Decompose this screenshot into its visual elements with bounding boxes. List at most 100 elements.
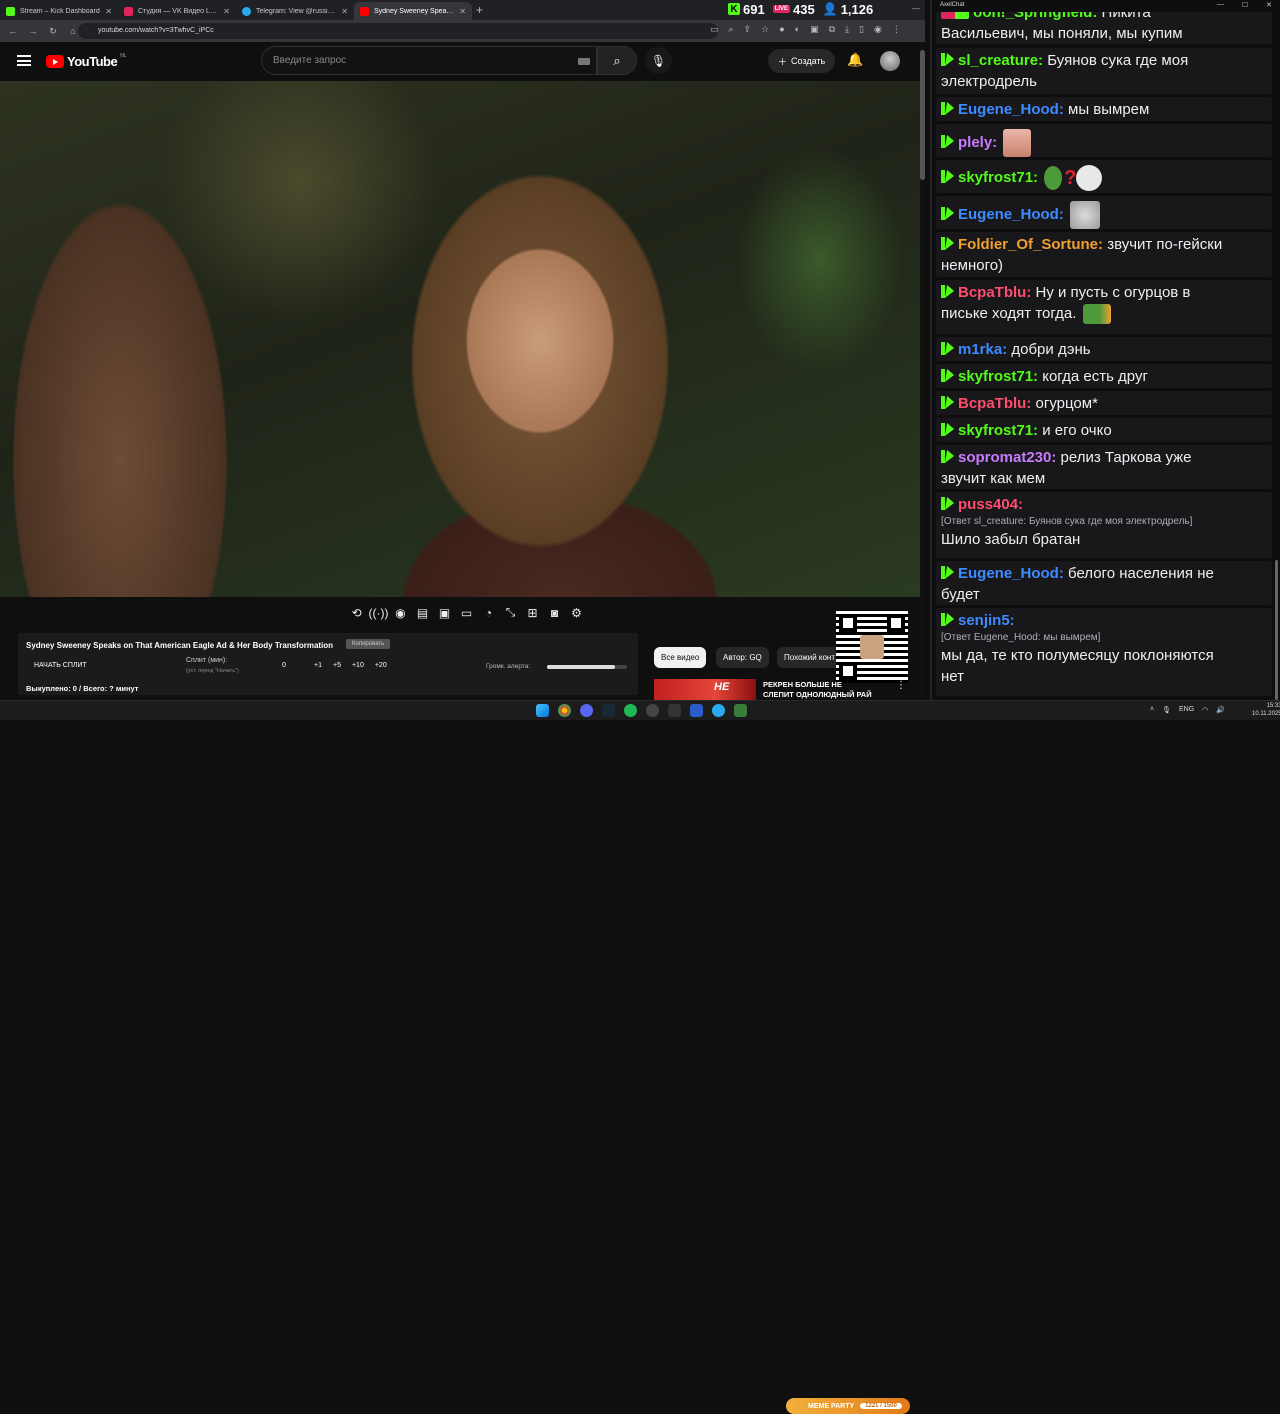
extension-icon[interactable]: ▣ (810, 24, 819, 35)
chat-username[interactable]: skyfrost71: (958, 169, 1038, 186)
page-scrollbar[interactable] (920, 42, 925, 700)
split-plus-20-button[interactable]: +20 (375, 662, 387, 669)
close-icon[interactable]: ✕ (223, 7, 230, 16)
volume-icon[interactable]: 🔊 (1216, 706, 1225, 714)
windows-start-icon[interactable] (536, 704, 549, 717)
kebab-menu-icon[interactable]: ⋮ (896, 680, 906, 691)
chat-username[interactable]: Foldier_Of_Sortune: (958, 236, 1103, 253)
profile-icon[interactable]: ◉ (874, 24, 882, 35)
back-icon[interactable]: ← (8, 26, 18, 36)
media-player-icon[interactable] (690, 704, 703, 717)
share-icon[interactable]: ⇪ (744, 24, 752, 35)
recommendation-title[interactable]: РЕКРЕН БОЛЬШЕ НЕ СЛЕПИТ ОДНОЛЮДНЫЙ РАЙ (763, 680, 873, 700)
chat-username[interactable]: plely: (958, 134, 997, 151)
chat-app-icon[interactable] (734, 704, 747, 717)
minimize-icon[interactable]: — (912, 4, 920, 13)
chat-username[interactable]: sopromat230: (958, 449, 1056, 466)
sidebar-icon[interactable]: ▯ (859, 24, 864, 35)
telegram-icon[interactable] (712, 704, 725, 717)
resize-icon[interactable]: ⤡ (502, 604, 519, 621)
chat-username[interactable]: skyfrost71: (958, 368, 1038, 385)
hamburger-menu-icon[interactable] (17, 55, 31, 66)
chat-username[interactable]: BcpaTblu: (958, 395, 1031, 412)
recommendation-thumbnail[interactable]: НЕ (654, 679, 756, 700)
avatar[interactable] (880, 51, 900, 71)
puzzle-icon[interactable]: ⧉ (829, 24, 835, 35)
filmstrip-icon[interactable]: ▤ (414, 604, 431, 621)
chat-username[interactable]: puss404: (958, 496, 1023, 513)
split-plus-10-button[interactable]: +10 (352, 662, 364, 669)
reload-icon[interactable]: ↻ (48, 26, 58, 37)
speed-icon[interactable]: ◔ (480, 604, 497, 621)
split-plus-5-button[interactable]: +5 (333, 662, 341, 669)
chat-text: белого населения не (1068, 565, 1214, 582)
loop-icon[interactable]: ⟲ (348, 604, 365, 621)
cast-icon[interactable]: ▭ (710, 24, 719, 35)
url-field[interactable]: youtube.com/watch?v=3TwhvC_iPCc (78, 23, 718, 39)
voice-search-button[interactable]: 🎙 (645, 47, 672, 74)
maximize-icon[interactable]: ☐ (1242, 1, 1248, 9)
discord-icon[interactable] (580, 704, 593, 717)
split-plus-1-button[interactable]: +1 (314, 662, 322, 669)
forward-icon[interactable]: → (28, 26, 38, 36)
download-icon[interactable]: ⤓ (845, 24, 849, 35)
view-icon[interactable]: ◉ (392, 604, 409, 621)
keyboard-icon[interactable] (578, 58, 590, 65)
spotify-icon[interactable] (624, 704, 637, 717)
chat-username[interactable]: Eugene_Hood: (958, 206, 1064, 223)
zoom-icon[interactable]: ⌕ (729, 24, 734, 35)
app-icon[interactable] (668, 704, 681, 717)
extension-icon[interactable]: ◐ (795, 24, 800, 35)
steam-icon[interactable] (602, 704, 615, 717)
microphone-icon[interactable]: 🎙 (1162, 706, 1171, 714)
kebab-menu-icon[interactable]: ⋮ (892, 24, 901, 35)
chip-author[interactable]: Автор: GQ (716, 647, 769, 668)
tab-vk-studio[interactable]: Студия — VK Видео Live ✕ (118, 2, 236, 20)
home-icon[interactable]: ⌂ (68, 26, 78, 36)
close-icon[interactable]: ✕ (105, 7, 112, 16)
chip-all-videos[interactable]: Все видео (654, 647, 707, 668)
new-tab-button[interactable]: + (476, 3, 483, 17)
system-clock[interactable]: 15:33 10.11.2025 (1252, 702, 1280, 718)
system-tray: ˄ 🎙 ENG ◠ 🔊 (1150, 706, 1225, 714)
chip-related[interactable]: Похожий конт (777, 647, 839, 668)
bell-icon[interactable]: 🔔 (847, 52, 863, 68)
obs-icon[interactable] (646, 704, 659, 717)
close-icon[interactable]: ✕ (341, 7, 348, 16)
copy-button[interactable]: Копировать (346, 639, 391, 649)
chat-username[interactable]: Eugene_Hood: (958, 565, 1064, 582)
chat-username[interactable]: Eugene_Hood: (958, 101, 1064, 118)
minimize-icon[interactable]: — (1217, 1, 1224, 9)
tab-kick-dashboard[interactable]: Stream – Kick Dashboard ✕ (0, 2, 118, 20)
tab-youtube-video[interactable]: Sydney Sweeney Speaks on Th ✕ (354, 2, 472, 20)
pip-icon[interactable]: ▣ (436, 604, 453, 621)
add-icon[interactable]: ⊞ (524, 604, 541, 621)
close-icon[interactable]: ✕ (1266, 1, 1272, 9)
chat-scrollbar[interactable] (1275, 560, 1278, 700)
chat-username[interactable]: BcpaTblu: (958, 284, 1031, 301)
video-player[interactable] (0, 81, 920, 597)
theater-icon[interactable]: ▭ (458, 604, 475, 621)
extension-icon[interactable]: ● (779, 24, 784, 35)
bookmark-star-icon[interactable]: ☆ (761, 24, 769, 35)
meme-party-widget[interactable]: МЕМЕ PARTY 1221 / 1500 (786, 1398, 910, 1414)
alert-volume-slider[interactable] (547, 665, 627, 669)
tab-telegram[interactable]: Telegram: View @russiainmyme ✕ (236, 2, 354, 20)
chat-username[interactable]: senjin5: (958, 612, 1015, 629)
search-button[interactable]: ⌕ (597, 46, 637, 75)
start-split-button[interactable]: НАЧАТЬ СПЛИТ (34, 662, 87, 669)
settings-gear-icon[interactable]: ⚙ (568, 604, 585, 621)
youtube-logo[interactable]: YouTube NL (46, 53, 127, 69)
audio-icon[interactable]: ((·)) (369, 604, 389, 621)
chrome-icon[interactable] (558, 704, 571, 717)
close-icon[interactable]: ✕ (459, 7, 466, 16)
search-input[interactable]: Введите запрос (261, 46, 597, 75)
chat-username[interactable]: m1rka: (958, 341, 1007, 358)
chat-username[interactable]: skyfrost71: (958, 422, 1038, 439)
chevron-up-icon[interactable]: ˄ (1150, 706, 1154, 714)
language-indicator[interactable]: ENG (1179, 706, 1194, 714)
wifi-icon[interactable]: ◠ (1202, 706, 1208, 714)
chat-username[interactable]: sl_creature: (958, 52, 1043, 69)
create-button[interactable]: ＋ Создать (768, 49, 836, 73)
screenshot-icon[interactable]: ◙ (546, 604, 563, 621)
